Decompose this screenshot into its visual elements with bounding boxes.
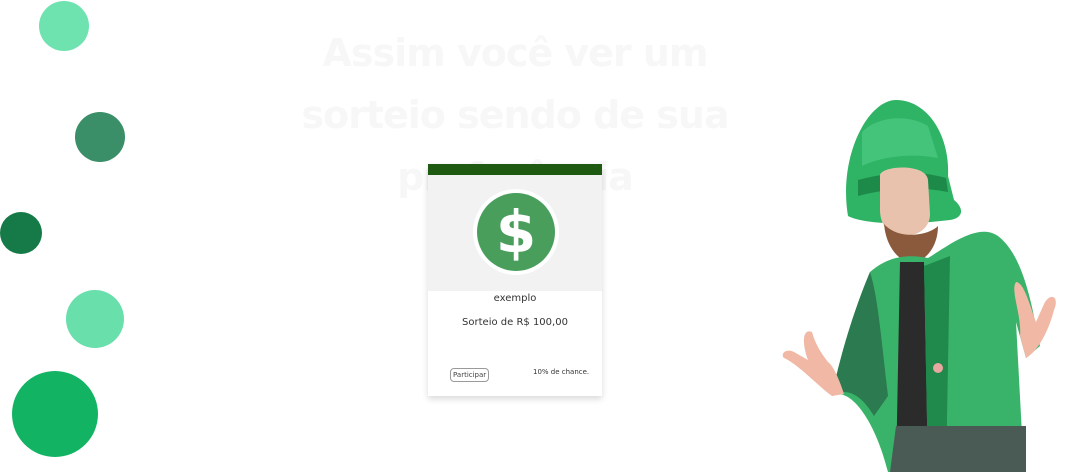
card-header-bar [428, 164, 602, 175]
decorative-circle [12, 371, 98, 457]
card-media: $ [428, 175, 602, 291]
chance-label: 10% de chance. [533, 368, 590, 376]
raffle-description: Sorteio de R$ 100,00 [462, 317, 568, 328]
coin-badge: $ [473, 189, 559, 275]
raffle-card: $ exemplo Sorteio de R$ 100,00 Participa… [428, 164, 602, 396]
participate-button[interactable]: Participar [450, 368, 490, 382]
dollar-sign-icon: $ [496, 200, 536, 264]
decorative-circle [75, 112, 125, 162]
svg-text:$: $ [496, 200, 536, 264]
raffle-name: exemplo [493, 293, 537, 304]
leprechaun-icon [782, 100, 1056, 472]
decorative-circle [66, 290, 124, 348]
decorative-circle [0, 212, 42, 254]
decorative-circle [39, 1, 89, 51]
